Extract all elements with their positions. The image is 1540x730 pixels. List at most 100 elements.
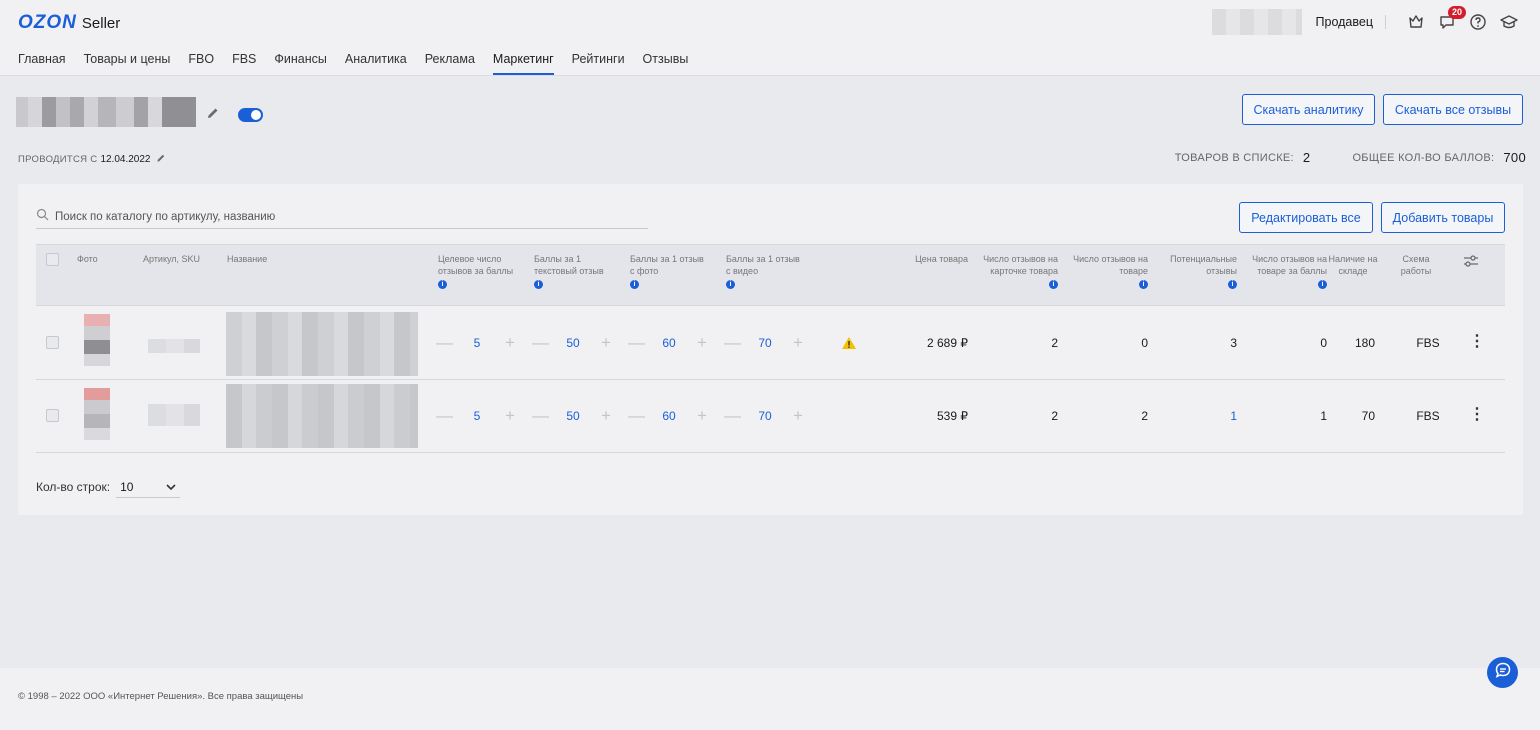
info-icon[interactable]: i xyxy=(630,280,639,289)
target-decrease-button[interactable]: — xyxy=(436,334,453,351)
card-reviews-value: 2 xyxy=(1051,409,1058,423)
catalog-search[interactable]: Поиск по каталогу по артикулу, названию xyxy=(36,206,648,229)
product-name-blurred[interactable] xyxy=(226,312,418,376)
info-icon[interactable]: i xyxy=(1049,280,1058,289)
help-icon[interactable] xyxy=(1465,9,1491,35)
nav-item-fbo[interactable]: FBO xyxy=(188,50,214,75)
row-menu-icon[interactable]: ⋮ xyxy=(1469,334,1485,350)
target-decrease-button[interactable]: — xyxy=(436,407,453,424)
header-actions: Продавец 20 xyxy=(1211,6,1522,35)
info-icon[interactable]: i xyxy=(1228,280,1237,289)
nav-item-analytics[interactable]: Аналитика xyxy=(345,50,407,75)
product-sku-blurred xyxy=(148,339,200,353)
copyright-text: © 1998 – 2022 ООО «Интернет Решения». Вс… xyxy=(18,691,304,702)
account-name-blurred[interactable] xyxy=(1211,9,1302,35)
page-footer: © 1998 – 2022 ООО «Интернет Решения». Вс… xyxy=(0,668,1540,730)
target-value[interactable]: 5 xyxy=(462,336,492,350)
video-points-value[interactable]: 70 xyxy=(750,409,780,423)
product-photo[interactable] xyxy=(84,314,110,366)
graduation-cap-icon[interactable] xyxy=(1496,9,1522,35)
video-points-value[interactable]: 70 xyxy=(750,336,780,350)
target-increase-button[interactable]: + xyxy=(505,334,515,351)
photo-points-decrease-button[interactable]: — xyxy=(628,334,645,351)
rows-per-page-select[interactable]: 10 xyxy=(116,476,181,498)
text-points-decrease-button[interactable]: — xyxy=(532,407,549,424)
table-row: — 5 + — 50 + — 60 + — 70 + 2 689 ₽ 2 0 3… xyxy=(36,307,1505,380)
product-name-blurred[interactable] xyxy=(226,384,418,448)
price-value: 539 ₽ xyxy=(937,409,968,423)
video-points-decrease-button[interactable]: — xyxy=(724,407,741,424)
col-scheme: Схема работы xyxy=(1400,254,1432,276)
nav-item-fbs[interactable]: FBS xyxy=(232,50,256,75)
col-name: Название xyxy=(227,254,268,264)
nav-item-home[interactable]: Главная xyxy=(18,50,66,75)
campaign-summary: ТОВАРОВ В СПИСКЕ: 2 ОБЩЕЕ КОЛ-ВО БАЛЛОВ:… xyxy=(1175,150,1526,165)
logo-brand: OZON xyxy=(18,12,77,33)
nav-item-ratings[interactable]: Рейтинги xyxy=(572,50,625,75)
potential-reviews-value: 3 xyxy=(1230,336,1237,350)
row-menu-icon[interactable]: ⋮ xyxy=(1469,407,1485,423)
product-photo[interactable] xyxy=(84,388,110,440)
edit-date-pencil-icon[interactable] xyxy=(156,153,166,166)
nav-item-finance[interactable]: Финансы xyxy=(274,50,326,75)
photo-points-increase-button[interactable]: + xyxy=(697,407,707,424)
col-text-points-label: Баллы за 1 текстовый отзыв xyxy=(534,254,604,276)
item-reviews-value: 0 xyxy=(1141,336,1148,350)
chat-icon[interactable]: 20 xyxy=(1434,6,1466,35)
text-points-value[interactable]: 50 xyxy=(558,409,588,423)
support-chat-button[interactable] xyxy=(1487,657,1518,688)
target-value[interactable]: 5 xyxy=(462,409,492,423)
text-points-value[interactable]: 50 xyxy=(558,336,588,350)
text-points-increase-button[interactable]: + xyxy=(601,407,611,424)
scheme-value: FBS xyxy=(1416,409,1440,423)
row-checkbox[interactable] xyxy=(46,336,59,349)
photo-points-increase-button[interactable]: + xyxy=(697,334,707,351)
photo-points-value[interactable]: 60 xyxy=(654,336,684,350)
add-items-button[interactable]: Добавить товары xyxy=(1381,202,1505,233)
warning-icon[interactable] xyxy=(841,336,857,355)
crown-icon[interactable] xyxy=(1403,9,1429,35)
download-all-reviews-button[interactable]: Скачать все отзывы xyxy=(1383,94,1523,125)
column-settings-icon[interactable] xyxy=(1463,254,1479,273)
col-video-points: Баллы за 1 отзыв с видео i xyxy=(726,253,806,289)
download-analytics-button[interactable]: Скачать аналитику xyxy=(1242,94,1375,125)
nav-item-reviews[interactable]: Отзывы xyxy=(643,50,689,75)
video-points-decrease-button[interactable]: — xyxy=(724,334,741,351)
paid-reviews-value: 0 xyxy=(1320,336,1327,350)
select-all-checkbox[interactable] xyxy=(46,253,59,266)
edit-all-button[interactable]: Редактировать все xyxy=(1239,202,1373,233)
rows-per-page-label: Кол-во строк: xyxy=(36,480,111,494)
info-icon[interactable]: i xyxy=(726,280,735,289)
seller-role-label[interactable]: Продавец xyxy=(1316,15,1386,29)
col-price: Цена товара xyxy=(915,254,968,264)
nav-item-marketing[interactable]: Маркетинг xyxy=(492,50,554,75)
photo-points-value[interactable]: 60 xyxy=(654,409,684,423)
ozon-seller-logo[interactable]: OZON Seller xyxy=(18,12,120,34)
text-points-decrease-button[interactable]: — xyxy=(532,334,549,351)
potential-reviews-value[interactable]: 1 xyxy=(1177,409,1237,423)
col-item-reviews-label: Число отзывов на товаре xyxy=(1073,254,1148,276)
target-increase-button[interactable]: + xyxy=(505,407,515,424)
video-points-increase-button[interactable]: + xyxy=(793,334,803,351)
video-points-increase-button[interactable]: + xyxy=(793,407,803,424)
text-points-increase-button[interactable]: + xyxy=(601,334,611,351)
col-card-reviews-label: Число отзывов на карточке товара xyxy=(983,254,1058,276)
col-text-points: Баллы за 1 текстовый отзыв i xyxy=(534,253,614,289)
runs-since-date: 12.04.2022 xyxy=(100,154,151,165)
search-icon xyxy=(36,208,49,226)
info-icon[interactable]: i xyxy=(534,280,543,289)
row-checkbox[interactable] xyxy=(46,409,59,422)
col-card-reviews: Число отзывов на карточке товара i xyxy=(968,253,1058,289)
info-icon[interactable]: i xyxy=(1139,280,1148,289)
campaign-active-toggle[interactable] xyxy=(238,108,263,122)
nav-item-products-prices[interactable]: Товары и цены xyxy=(84,50,171,75)
nav-item-ads[interactable]: Реклама xyxy=(425,50,475,75)
photo-points-decrease-button[interactable]: — xyxy=(628,407,645,424)
col-photo-points: Баллы за 1 отзыв с фото i xyxy=(630,253,710,289)
table-row: — 5 + — 50 + — 60 + — 70 + 539 ₽ 2 2 1 1… xyxy=(36,380,1505,453)
search-input[interactable]: Поиск по каталогу по артикулу, названию xyxy=(55,211,275,223)
info-icon[interactable]: i xyxy=(438,280,447,289)
info-icon[interactable]: i xyxy=(1318,280,1327,289)
edit-title-pencil-icon[interactable] xyxy=(206,106,220,125)
total-points-value: 700 xyxy=(1503,150,1526,165)
